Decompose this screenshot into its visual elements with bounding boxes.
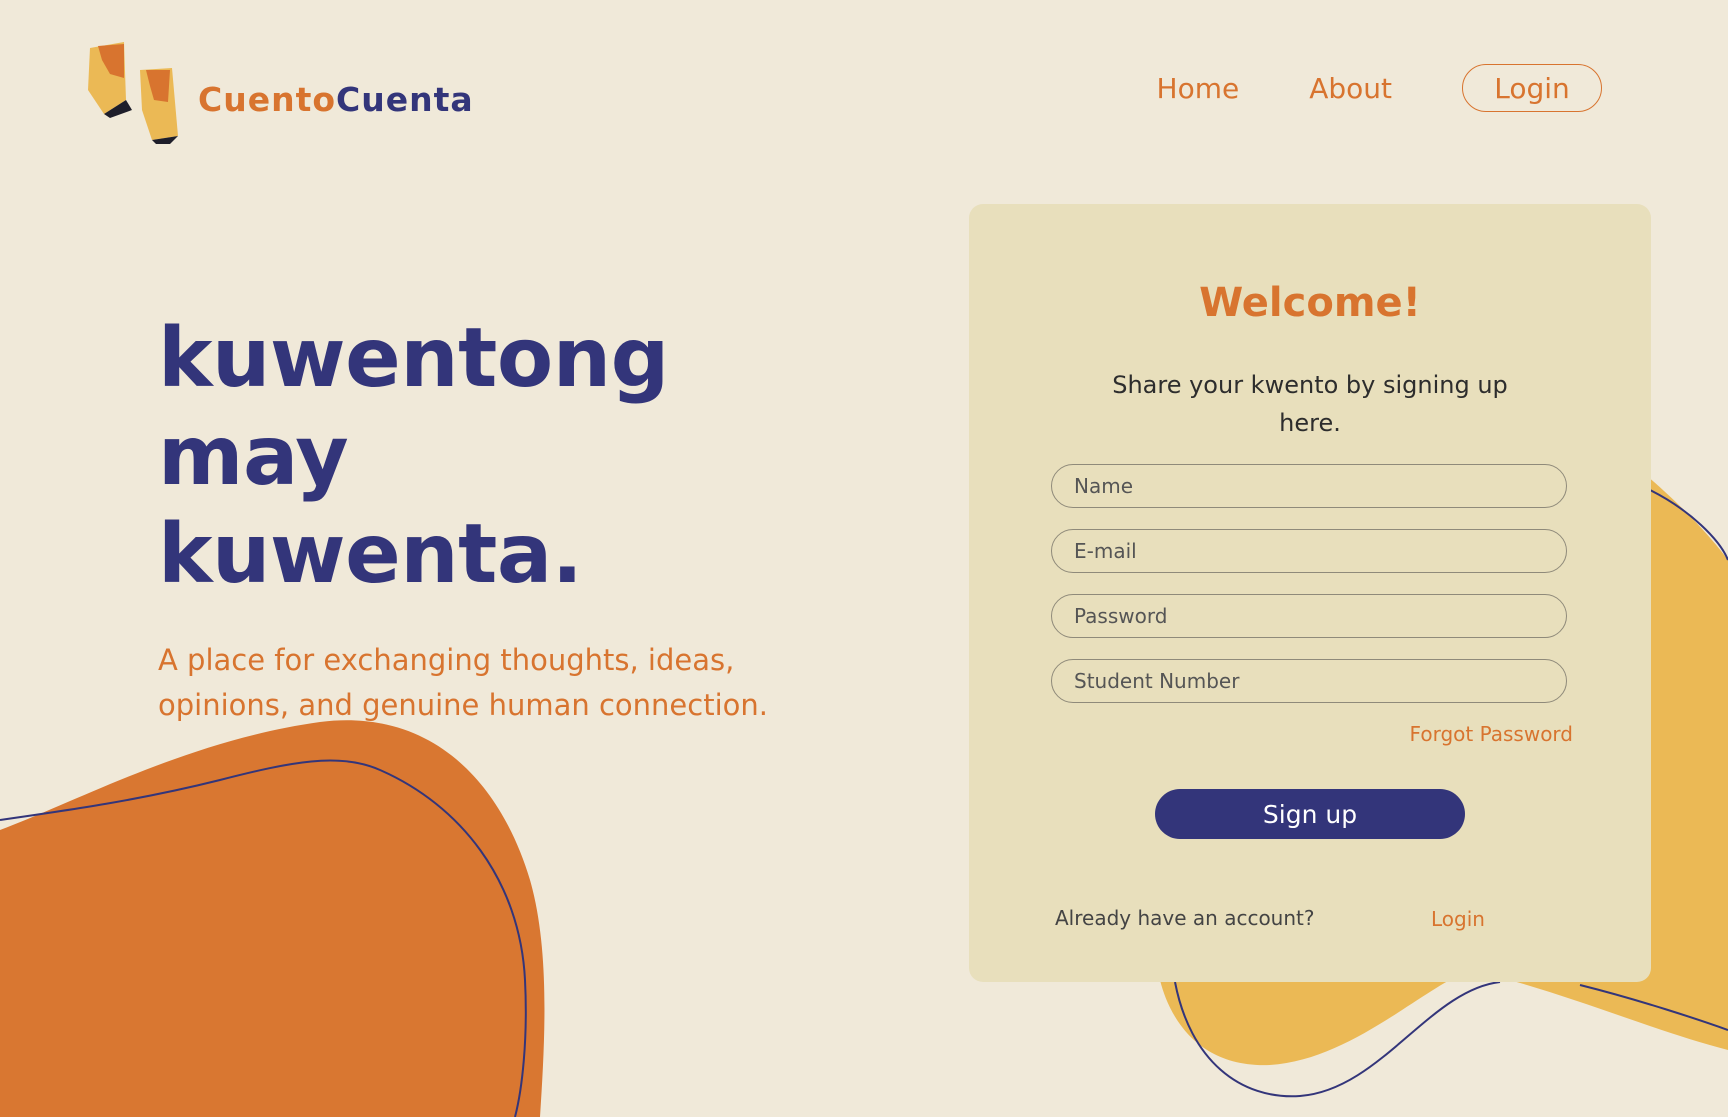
hero-title-line2: may <box>158 409 349 504</box>
hero-section: kuwentong may kuwenta. A place for excha… <box>158 310 858 728</box>
brand-name-part1: Cuento <box>198 79 337 119</box>
forgot-password-link[interactable]: Forgot Password <box>1410 722 1573 746</box>
nav-about-link[interactable]: About <box>1309 72 1392 105</box>
name-field[interactable] <box>1051 464 1567 508</box>
top-nav: Home About Login <box>1157 64 1602 112</box>
signup-subtitle: Share your kwento by signing up here. <box>1112 371 1508 437</box>
hero-title: kuwentong may kuwenta. <box>158 310 858 604</box>
quote-marks-logo-icon <box>88 42 178 144</box>
student-number-field[interactable] <box>1051 659 1567 703</box>
signup-button[interactable]: Sign up <box>1155 789 1465 839</box>
password-field[interactable] <box>1051 594 1567 638</box>
nav-home-link[interactable]: Home <box>1157 72 1240 105</box>
card-login-link[interactable]: Login <box>1431 907 1485 931</box>
hero-title-line3: kuwenta. <box>158 507 583 602</box>
email-field[interactable] <box>1051 529 1567 573</box>
orange-blob <box>0 720 545 1117</box>
brand-name: CuentoCuenta <box>198 80 474 119</box>
hero-title-line1: kuwentong <box>158 311 669 406</box>
already-account-text: Already have an account? <box>1055 906 1315 930</box>
signup-card: Welcome! Share your kwento by signing up… <box>969 204 1651 982</box>
welcome-title: Welcome! <box>1199 280 1421 326</box>
hero-subtitle: A place for exchanging thoughts, ideas, … <box>158 643 768 722</box>
brand-name-part2: Cuenta <box>336 79 474 119</box>
nav-login-button[interactable]: Login <box>1462 64 1602 112</box>
logo[interactable]: CuentoCuenta <box>84 40 474 144</box>
